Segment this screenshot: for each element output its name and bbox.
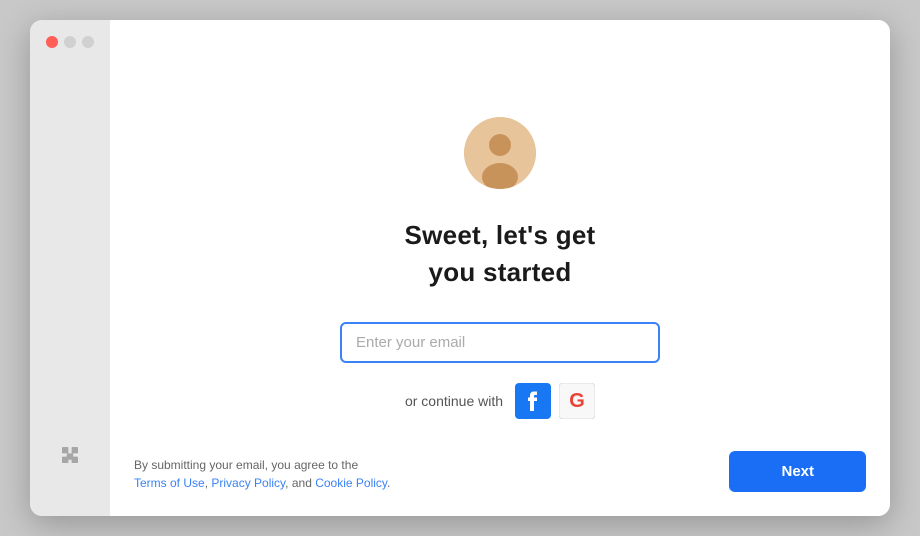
footer-and: , and [285, 476, 312, 490]
main-heading: Sweet, let's get you started [405, 217, 596, 290]
social-icons: G [515, 383, 595, 419]
footer-area: By submitting your email, you agree to t… [134, 451, 866, 492]
terms-link[interactable]: Terms of Use [134, 476, 205, 490]
next-button[interactable]: Next [729, 451, 866, 492]
footer-text: By submitting your email, you agree to t… [134, 456, 390, 492]
privacy-link[interactable]: Privacy Policy [211, 476, 285, 490]
close-button[interactable] [46, 36, 58, 48]
dropbox-logo [54, 439, 86, 476]
facebook-button[interactable] [515, 383, 551, 419]
or-continue-text: or continue with [405, 393, 503, 409]
cookie-link[interactable]: Cookie Policy [315, 476, 387, 490]
avatar [464, 117, 536, 189]
minimize-button[interactable] [64, 36, 76, 48]
google-button[interactable]: G [559, 383, 595, 419]
main-content: Sweet, let's get you started or continue… [110, 20, 890, 516]
avatar-container [464, 117, 536, 189]
or-continue-row: or continue with G [405, 383, 595, 419]
footer-pre-text: By submitting your email, you agree to t… [134, 458, 358, 472]
traffic-lights [46, 36, 94, 48]
app-window: Sweet, let's get you started or continue… [30, 20, 890, 516]
sidebar [30, 20, 110, 516]
maximize-button[interactable] [82, 36, 94, 48]
email-input[interactable] [340, 322, 660, 363]
svg-text:G: G [569, 390, 585, 412]
